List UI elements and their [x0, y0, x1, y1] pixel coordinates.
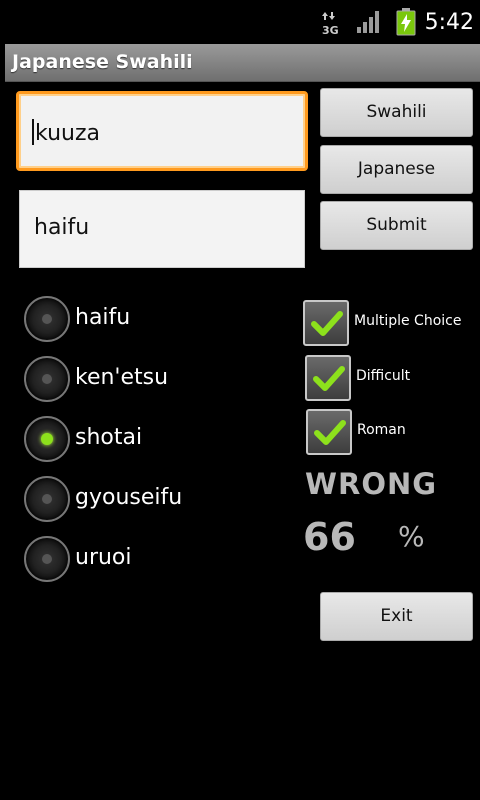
percent-sign: %: [398, 520, 425, 553]
choice-label: uruoi: [75, 545, 132, 570]
radio-button-selected[interactable]: [24, 416, 70, 462]
option-label: Difficult: [356, 368, 411, 384]
battery-charging-icon: [396, 8, 416, 40]
radio-button[interactable]: [24, 476, 70, 522]
query-input-value: kuuza: [35, 121, 100, 146]
radio-button[interactable]: [24, 296, 70, 342]
title-bar: Japanese Swahili: [5, 44, 480, 82]
app-title: Japanese Swahili: [12, 51, 193, 73]
checkmark-icon: [313, 366, 345, 391]
signal-strength-icon: [356, 10, 380, 38]
checkmark-icon: [311, 311, 343, 336]
option-label: Roman: [357, 422, 406, 438]
option-label: Multiple Choice: [354, 313, 462, 329]
network-type-label: 3G: [322, 24, 339, 36]
clock: 5:42: [424, 10, 474, 35]
checkmark-icon: [314, 420, 346, 445]
submit-button[interactable]: Submit: [320, 201, 473, 250]
choice-label: gyouseifu: [75, 485, 183, 510]
japanese-button[interactable]: Japanese: [320, 145, 473, 194]
data-transfer-3g-icon: 3G: [321, 10, 341, 40]
checkbox-checked[interactable]: [305, 355, 351, 401]
checkbox-checked[interactable]: [303, 300, 349, 346]
exit-button[interactable]: Exit: [320, 592, 473, 641]
swahili-button[interactable]: Swahili: [320, 88, 473, 137]
choice-label: shotai: [75, 425, 143, 450]
score-value: 66: [303, 515, 356, 559]
choice-label: ken'etsu: [75, 365, 169, 390]
radio-button[interactable]: [24, 356, 70, 402]
answer-input-value: haifu: [34, 215, 90, 240]
result-text: WRONG: [305, 467, 438, 501]
text-cursor: [32, 119, 34, 145]
radio-button[interactable]: [24, 536, 70, 582]
query-input[interactable]: kuuza: [16, 91, 308, 171]
answer-input[interactable]: haifu: [19, 190, 305, 268]
choice-label: haifu: [75, 305, 131, 330]
checkbox-checked[interactable]: [306, 409, 352, 455]
status-bar: 3G 5:42: [0, 0, 480, 44]
